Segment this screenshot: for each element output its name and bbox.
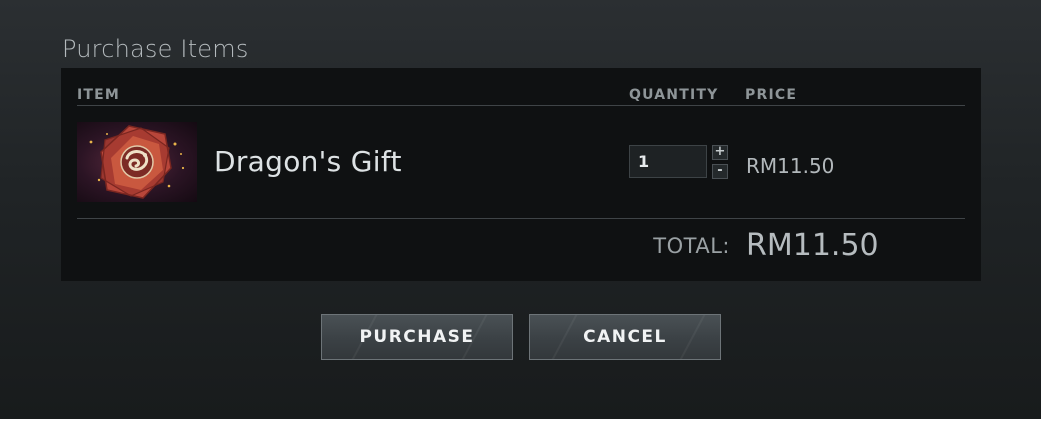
item-price: RM11.50 <box>746 154 835 178</box>
total-label: TOTAL: <box>653 234 730 258</box>
total-value: RM11.50 <box>746 228 879 263</box>
quantity-increment-button[interactable]: + <box>712 145 728 160</box>
purchase-dialog: Purchase Items ITEM QUANTITY PRICE Drago… <box>0 0 1041 419</box>
column-header-item: ITEM <box>77 87 121 103</box>
button-texture <box>545 315 581 359</box>
column-header-price: PRICE <box>745 87 798 103</box>
purchase-button[interactable]: PURCHASE <box>321 314 513 360</box>
dialog-title: Purchase Items <box>62 35 249 63</box>
cancel-button[interactable]: CANCEL <box>529 314 721 360</box>
dragon-gift-chest-icon <box>77 122 197 202</box>
quantity-value[interactable]: 1 <box>638 153 649 171</box>
total-divider <box>77 218 965 219</box>
cancel-button-label: CANCEL <box>583 327 667 347</box>
item-name: Dragon's Gift <box>214 145 402 178</box>
column-header-quantity: QUANTITY <box>629 87 719 103</box>
header-divider <box>77 105 965 106</box>
purchase-button-label: PURCHASE <box>359 327 475 347</box>
quantity-decrement-button[interactable]: - <box>712 164 728 179</box>
quantity-input[interactable]: 1 <box>629 145 707 178</box>
button-texture <box>673 315 709 359</box>
